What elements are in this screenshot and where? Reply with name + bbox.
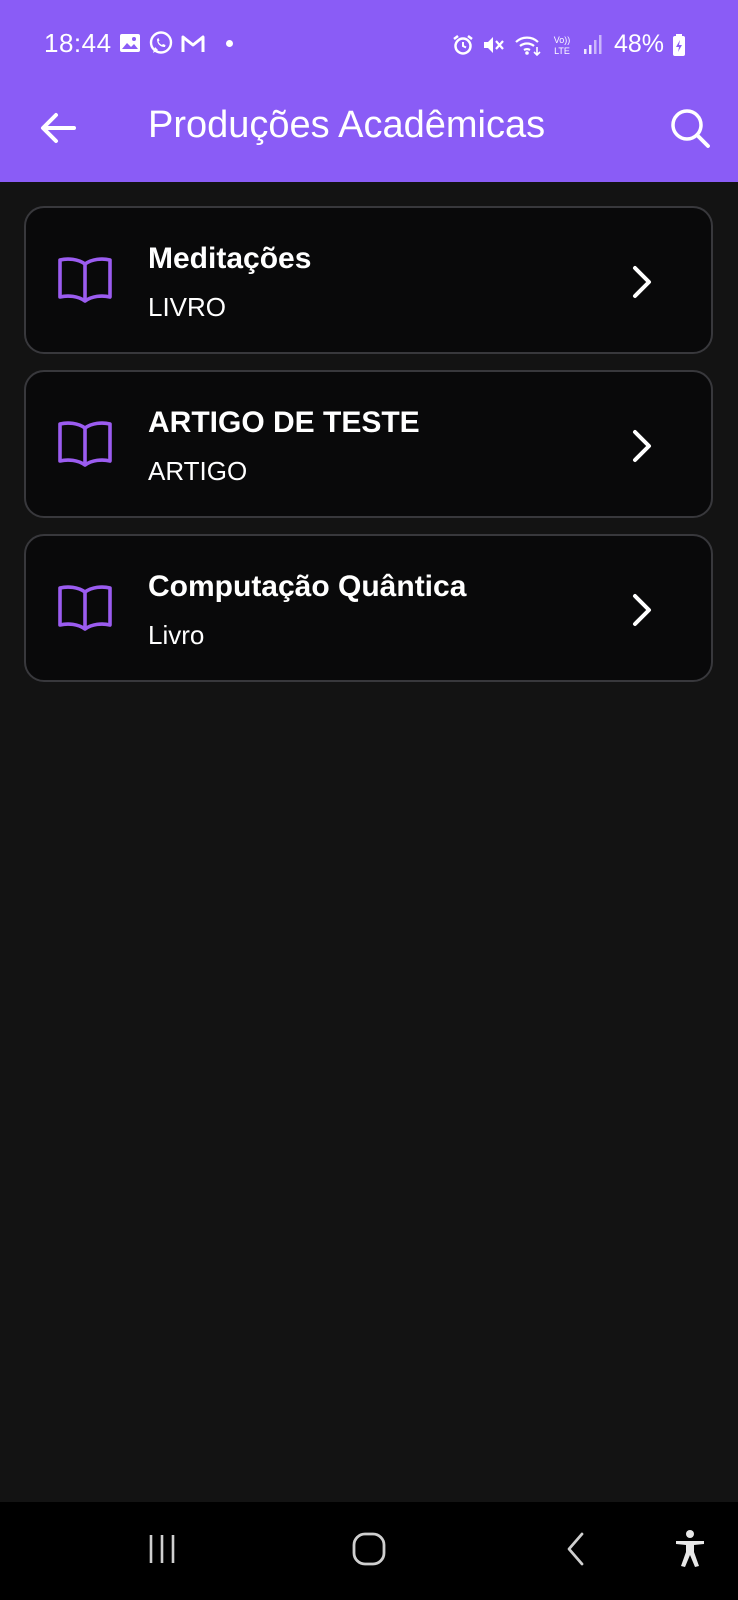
arrow-left-icon xyxy=(38,110,78,151)
header: 18:44 Vo)) LTE 48% Produções Acadêmicas xyxy=(0,0,738,182)
chevron-right-icon xyxy=(629,262,657,302)
mute-icon xyxy=(482,34,506,56)
accessibility-button[interactable] xyxy=(660,1526,720,1576)
item-title: Meditações xyxy=(148,242,312,275)
list-item[interactable]: Computação Quântica Livro xyxy=(24,534,713,682)
item-title: Computação Quântica xyxy=(148,570,467,603)
item-subtitle: ARTIGO xyxy=(148,456,248,486)
status-time: 18:44 xyxy=(44,28,112,58)
alarm-icon xyxy=(452,34,474,56)
book-open-icon xyxy=(56,418,114,470)
chevron-right-icon xyxy=(629,426,657,466)
item-subtitle: Livro xyxy=(148,620,205,650)
status-right-icons: Vo)) LTE 48% xyxy=(452,30,686,59)
wifi-icon xyxy=(514,34,542,56)
book-open-icon xyxy=(56,582,114,634)
app-bar: Produções Acadêmicas xyxy=(0,88,738,182)
recent-apps-icon xyxy=(144,1532,180,1571)
productions-list: Meditações LIVRO ARTIGO DE TESTE ARTIGO xyxy=(24,206,714,698)
book-open-icon xyxy=(56,254,114,306)
list-item[interactable]: ARTIGO DE TESTE ARTIGO xyxy=(24,370,713,518)
home-button[interactable] xyxy=(339,1526,399,1576)
nav-back-button[interactable] xyxy=(546,1526,606,1576)
volte-icon: Vo)) LTE xyxy=(550,33,574,57)
status-bar: 18:44 Vo)) LTE 48% xyxy=(0,0,738,88)
chevron-right-icon xyxy=(629,590,657,630)
item-subtitle: LIVRO xyxy=(148,292,227,322)
back-icon xyxy=(562,1530,590,1573)
svg-text:LTE: LTE xyxy=(554,46,570,56)
svg-text:Vo)): Vo)) xyxy=(554,35,571,45)
list-item[interactable]: Meditações LIVRO xyxy=(24,206,713,354)
gmail-icon xyxy=(180,32,206,54)
accessibility-icon xyxy=(673,1529,707,1574)
search-icon xyxy=(668,106,712,155)
signal-icon xyxy=(582,34,602,56)
whatsapp-icon xyxy=(148,30,174,56)
item-title: ARTIGO DE TESTE xyxy=(148,406,420,439)
gallery-icon xyxy=(118,31,142,55)
search-button[interactable] xyxy=(662,102,718,158)
recent-apps-button[interactable] xyxy=(132,1526,192,1576)
battery-icon xyxy=(672,33,686,57)
status-left-icons xyxy=(118,30,233,56)
battery-percentage: 48% xyxy=(613,30,664,58)
back-button[interactable] xyxy=(30,102,86,158)
home-icon xyxy=(350,1531,388,1572)
system-nav-bar xyxy=(0,1502,738,1600)
page-title: Produções Acadêmicas xyxy=(148,104,546,146)
screen: 18:44 Vo)) LTE 48% Produções Acadêmicas … xyxy=(0,0,738,1600)
notification-dot xyxy=(226,39,233,47)
